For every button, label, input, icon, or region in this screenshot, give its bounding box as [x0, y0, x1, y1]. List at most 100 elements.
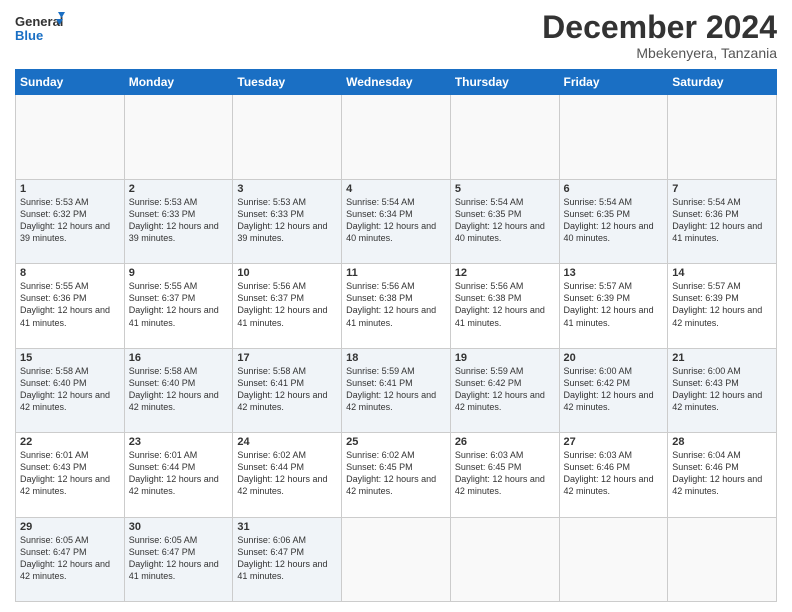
day-number: 7 [672, 183, 772, 195]
col-saturday: Saturday [668, 70, 777, 95]
day-info: Sunrise: 6:04 AMSunset: 6:46 PMDaylight:… [672, 450, 762, 496]
day-number: 21 [672, 352, 772, 364]
logo-svg: General Blue [15, 10, 65, 52]
day-info: Sunrise: 6:06 AMSunset: 6:47 PMDaylight:… [237, 535, 327, 581]
day-info: Sunrise: 6:02 AMSunset: 6:44 PMDaylight:… [237, 450, 327, 496]
day-info: Sunrise: 5:53 AMSunset: 6:33 PMDaylight:… [237, 197, 327, 243]
calendar-cell: 12 Sunrise: 5:56 AMSunset: 6:38 PMDaylig… [450, 264, 559, 348]
calendar-cell: 11 Sunrise: 5:56 AMSunset: 6:38 PMDaylig… [342, 264, 451, 348]
day-number: 26 [455, 436, 555, 448]
day-info: Sunrise: 6:00 AMSunset: 6:43 PMDaylight:… [672, 366, 762, 412]
calendar-cell: 21 Sunrise: 6:00 AMSunset: 6:43 PMDaylig… [668, 348, 777, 432]
day-info: Sunrise: 5:55 AMSunset: 6:36 PMDaylight:… [20, 281, 110, 327]
day-info: Sunrise: 6:03 AMSunset: 6:45 PMDaylight:… [455, 450, 545, 496]
page: General Blue December 2024 Mbekenyera, T… [0, 0, 792, 612]
day-info: Sunrise: 5:54 AMSunset: 6:34 PMDaylight:… [346, 197, 436, 243]
day-number: 22 [20, 436, 120, 448]
day-number: 23 [129, 436, 229, 448]
calendar-cell: 31 Sunrise: 6:06 AMSunset: 6:47 PMDaylig… [233, 517, 342, 601]
calendar-cell: 15 Sunrise: 5:58 AMSunset: 6:40 PMDaylig… [16, 348, 125, 432]
day-number: 4 [346, 183, 446, 195]
logo: General Blue [15, 10, 65, 52]
day-number: 3 [237, 183, 337, 195]
day-number: 16 [129, 352, 229, 364]
svg-text:Blue: Blue [15, 28, 43, 43]
day-number: 30 [129, 521, 229, 533]
calendar-cell: 26 Sunrise: 6:03 AMSunset: 6:45 PMDaylig… [450, 433, 559, 517]
day-number: 12 [455, 267, 555, 279]
calendar-cell [342, 517, 451, 601]
calendar-week-row: 8 Sunrise: 5:55 AMSunset: 6:36 PMDayligh… [16, 264, 777, 348]
day-info: Sunrise: 6:00 AMSunset: 6:42 PMDaylight:… [564, 366, 654, 412]
calendar-cell: 29 Sunrise: 6:05 AMSunset: 6:47 PMDaylig… [16, 517, 125, 601]
day-number: 28 [672, 436, 772, 448]
calendar-cell: 14 Sunrise: 5:57 AMSunset: 6:39 PMDaylig… [668, 264, 777, 348]
calendar-cell [450, 517, 559, 601]
day-number: 19 [455, 352, 555, 364]
calendar-cell [668, 95, 777, 179]
col-sunday: Sunday [16, 70, 125, 95]
day-info: Sunrise: 5:55 AMSunset: 6:37 PMDaylight:… [129, 281, 219, 327]
day-info: Sunrise: 5:56 AMSunset: 6:37 PMDaylight:… [237, 281, 327, 327]
day-number: 24 [237, 436, 337, 448]
calendar-cell: 30 Sunrise: 6:05 AMSunset: 6:47 PMDaylig… [124, 517, 233, 601]
day-number: 14 [672, 267, 772, 279]
day-number: 25 [346, 436, 446, 448]
day-number: 13 [564, 267, 664, 279]
month-title: December 2024 [542, 10, 777, 45]
day-number: 17 [237, 352, 337, 364]
calendar-cell: 27 Sunrise: 6:03 AMSunset: 6:46 PMDaylig… [559, 433, 668, 517]
calendar-cell: 17 Sunrise: 5:58 AMSunset: 6:41 PMDaylig… [233, 348, 342, 432]
day-number: 31 [237, 521, 337, 533]
day-number: 18 [346, 352, 446, 364]
svg-text:General: General [15, 14, 63, 29]
calendar-week-row: 15 Sunrise: 5:58 AMSunset: 6:40 PMDaylig… [16, 348, 777, 432]
calendar-cell [124, 95, 233, 179]
day-number: 1 [20, 183, 120, 195]
calendar-cell: 19 Sunrise: 5:59 AMSunset: 6:42 PMDaylig… [450, 348, 559, 432]
calendar-cell: 4 Sunrise: 5:54 AMSunset: 6:34 PMDayligh… [342, 179, 451, 263]
calendar-table: Sunday Monday Tuesday Wednesday Thursday… [15, 69, 777, 602]
calendar-cell: 6 Sunrise: 5:54 AMSunset: 6:35 PMDayligh… [559, 179, 668, 263]
day-info: Sunrise: 5:57 AMSunset: 6:39 PMDaylight:… [672, 281, 762, 327]
col-wednesday: Wednesday [342, 70, 451, 95]
calendar-cell: 10 Sunrise: 5:56 AMSunset: 6:37 PMDaylig… [233, 264, 342, 348]
calendar-week-row: 1 Sunrise: 5:53 AMSunset: 6:32 PMDayligh… [16, 179, 777, 263]
day-number: 15 [20, 352, 120, 364]
day-info: Sunrise: 5:57 AMSunset: 6:39 PMDaylight:… [564, 281, 654, 327]
calendar-cell [559, 95, 668, 179]
calendar-header-row: Sunday Monday Tuesday Wednesday Thursday… [16, 70, 777, 95]
calendar-cell: 2 Sunrise: 5:53 AMSunset: 6:33 PMDayligh… [124, 179, 233, 263]
calendar-cell [559, 517, 668, 601]
calendar-cell: 22 Sunrise: 6:01 AMSunset: 6:43 PMDaylig… [16, 433, 125, 517]
calendar-week-row: 29 Sunrise: 6:05 AMSunset: 6:47 PMDaylig… [16, 517, 777, 601]
col-thursday: Thursday [450, 70, 559, 95]
day-info: Sunrise: 5:58 AMSunset: 6:40 PMDaylight:… [129, 366, 219, 412]
calendar-cell: 25 Sunrise: 6:02 AMSunset: 6:45 PMDaylig… [342, 433, 451, 517]
day-info: Sunrise: 6:01 AMSunset: 6:44 PMDaylight:… [129, 450, 219, 496]
calendar-week-row [16, 95, 777, 179]
day-number: 2 [129, 183, 229, 195]
calendar-cell: 9 Sunrise: 5:55 AMSunset: 6:37 PMDayligh… [124, 264, 233, 348]
calendar-cell: 20 Sunrise: 6:00 AMSunset: 6:42 PMDaylig… [559, 348, 668, 432]
calendar-cell: 28 Sunrise: 6:04 AMSunset: 6:46 PMDaylig… [668, 433, 777, 517]
calendar-cell [668, 517, 777, 601]
day-info: Sunrise: 5:59 AMSunset: 6:41 PMDaylight:… [346, 366, 436, 412]
day-info: Sunrise: 5:54 AMSunset: 6:36 PMDaylight:… [672, 197, 762, 243]
day-number: 5 [455, 183, 555, 195]
day-number: 6 [564, 183, 664, 195]
col-monday: Monday [124, 70, 233, 95]
calendar-cell: 23 Sunrise: 6:01 AMSunset: 6:44 PMDaylig… [124, 433, 233, 517]
col-tuesday: Tuesday [233, 70, 342, 95]
day-number: 10 [237, 267, 337, 279]
col-friday: Friday [559, 70, 668, 95]
day-info: Sunrise: 6:02 AMSunset: 6:45 PMDaylight:… [346, 450, 436, 496]
day-number: 11 [346, 267, 446, 279]
header: General Blue December 2024 Mbekenyera, T… [15, 10, 777, 61]
day-info: Sunrise: 5:58 AMSunset: 6:40 PMDaylight:… [20, 366, 110, 412]
calendar-cell [450, 95, 559, 179]
day-number: 29 [20, 521, 120, 533]
day-number: 20 [564, 352, 664, 364]
calendar-cell: 18 Sunrise: 5:59 AMSunset: 6:41 PMDaylig… [342, 348, 451, 432]
calendar-cell: 8 Sunrise: 5:55 AMSunset: 6:36 PMDayligh… [16, 264, 125, 348]
